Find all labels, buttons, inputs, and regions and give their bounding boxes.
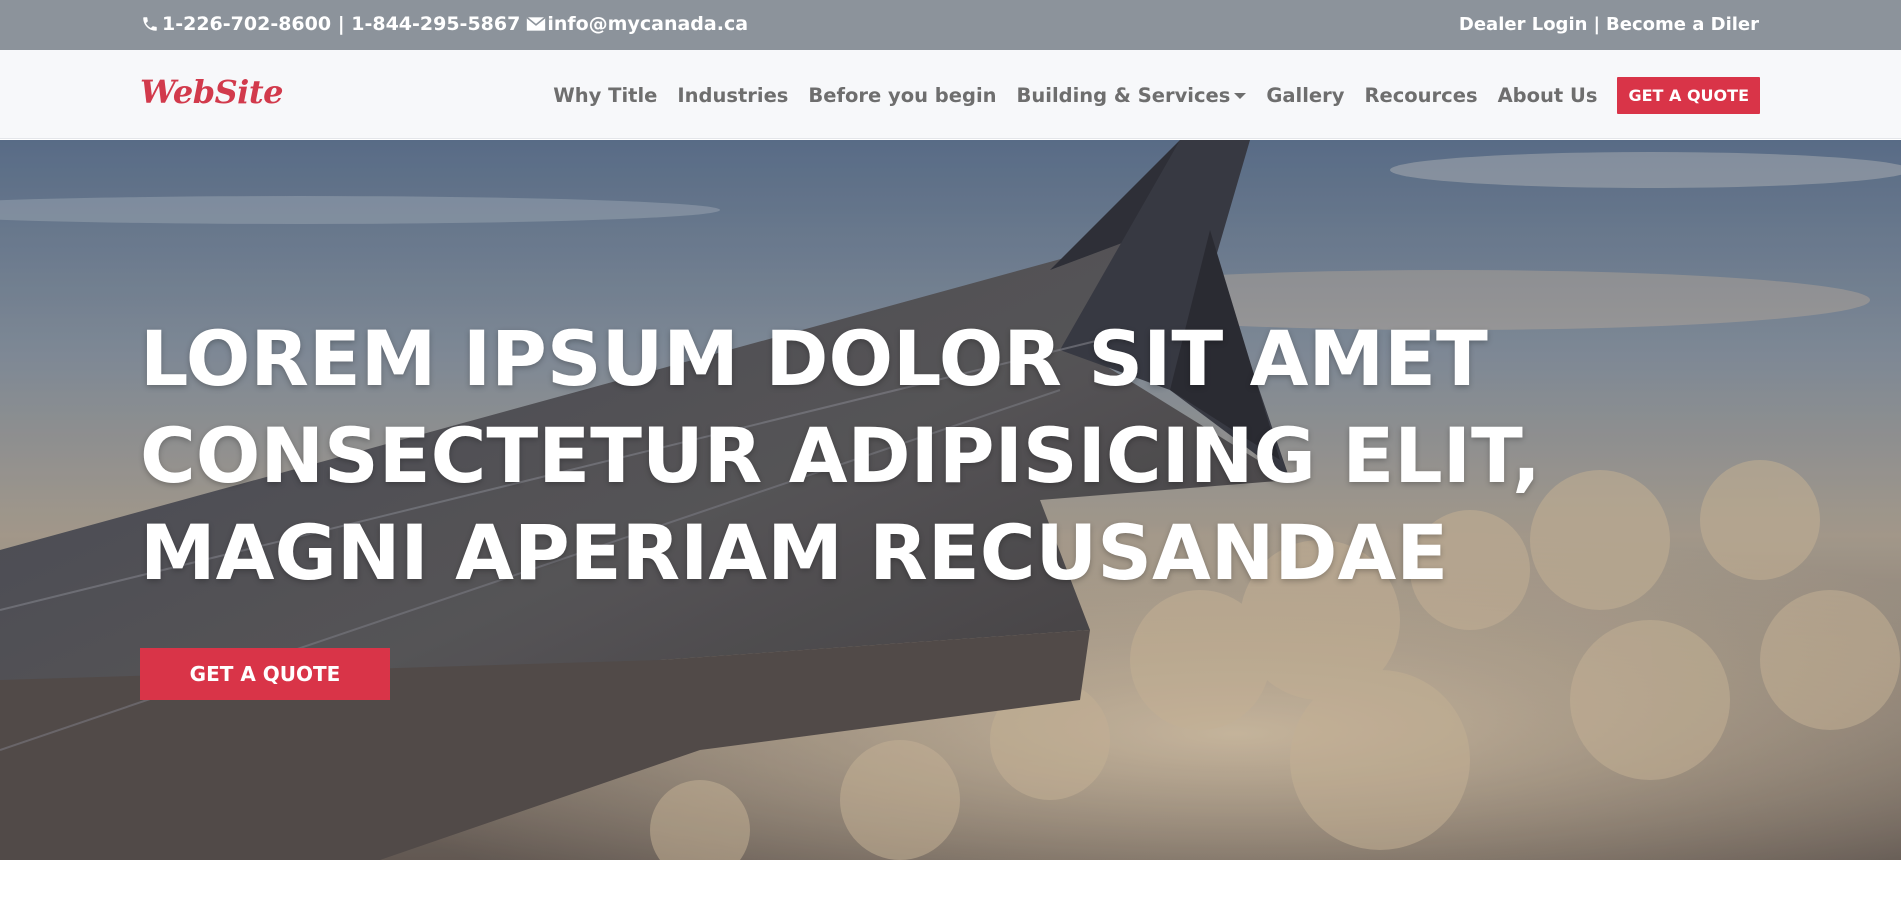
nav-get-quote-button[interactable]: GET A QUOTE xyxy=(1617,77,1760,114)
top-contact-bar: 1-226-702-8600 | 1-844-295-5867 info@myc… xyxy=(0,0,1901,50)
caret-down-icon xyxy=(1234,92,1247,99)
nav-item-about-us[interactable]: About Us xyxy=(1498,84,1598,107)
hero-headline-line: MAGNI APERIAM RECUSANDAE xyxy=(140,508,1449,597)
phone-numbers[interactable]: 1-226-702-8600 | 1-844-295-5867 xyxy=(162,13,520,35)
link-separator: | xyxy=(1593,14,1601,35)
main-navbar: WebSite Why Title Industries Before you … xyxy=(0,50,1901,139)
hero-headline: LOREM IPSUM DOLOR SIT AMET CONSECTETUR A… xyxy=(140,310,1541,601)
hero-headline-line: CONSECTETUR ADIPISICING ELIT, xyxy=(140,411,1541,500)
hero-headline-line: LOREM IPSUM DOLOR SIT AMET xyxy=(140,314,1488,403)
nav-item-before-you-begin[interactable]: Before you begin xyxy=(808,84,996,107)
nav-item-building-services[interactable]: Building & Services xyxy=(1017,84,1247,107)
nav-item-resources[interactable]: Recources xyxy=(1364,84,1477,107)
site-logo[interactable]: WebSite xyxy=(140,73,283,111)
nav-item-why-title[interactable]: Why Title xyxy=(553,84,657,107)
contact-info: 1-226-702-8600 | 1-844-295-5867 info@myc… xyxy=(140,13,748,35)
nav-item-label: Building & Services xyxy=(1016,84,1231,107)
hero-get-quote-button[interactable]: GET A QUOTE xyxy=(140,648,390,700)
nav-item-industries[interactable]: Industries xyxy=(677,84,788,107)
envelope-icon xyxy=(526,14,547,34)
become-dealer-link[interactable]: Become a Diler xyxy=(1606,14,1759,35)
hero-section: LOREM IPSUM DOLOR SIT AMET CONSECTETUR A… xyxy=(0,140,1901,860)
email-link[interactable]: info@mycanada.ca xyxy=(547,13,748,35)
main-nav: Why Title Industries Before you begin Bu… xyxy=(553,77,1760,114)
account-links: Dealer Login | Become a Diler xyxy=(1459,14,1759,35)
nav-item-gallery[interactable]: Gallery xyxy=(1266,84,1344,107)
dealer-login-link[interactable]: Dealer Login xyxy=(1459,14,1588,35)
phone-icon xyxy=(140,14,160,34)
